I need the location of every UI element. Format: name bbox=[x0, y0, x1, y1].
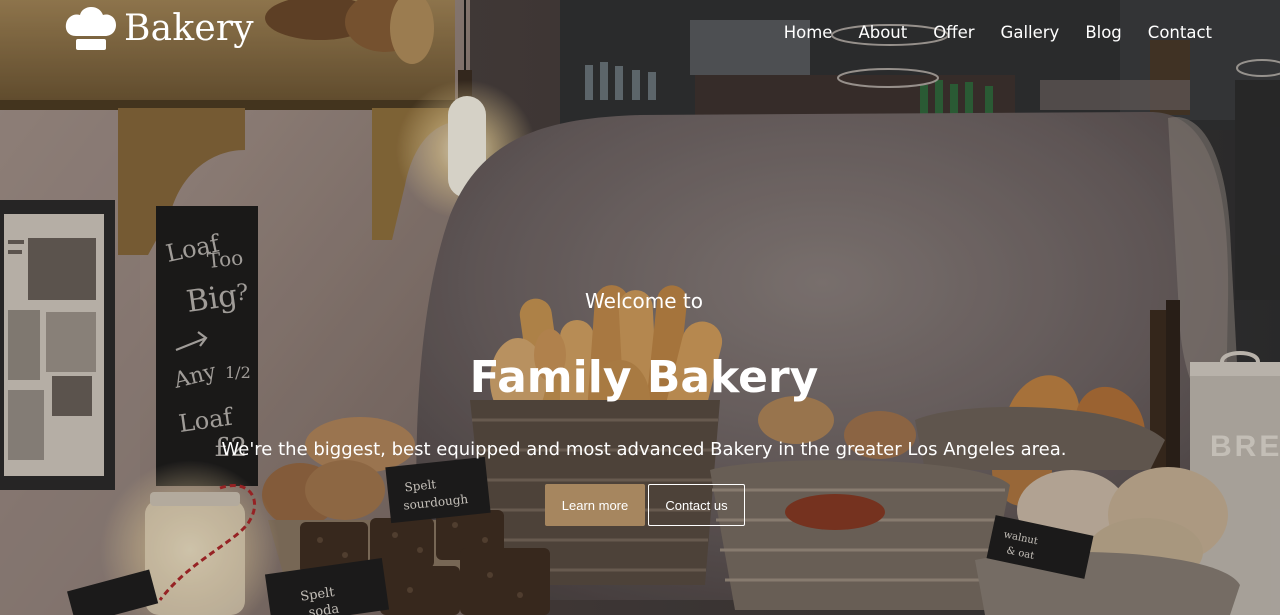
hero-tagline: We're the biggest, best equipped and mos… bbox=[221, 439, 1067, 460]
nav-home[interactable]: Home bbox=[784, 22, 833, 44]
main-nav: Home About Offer Gallery Blog Contact bbox=[784, 22, 1212, 44]
chef-hat-icon bbox=[65, 7, 116, 50]
hero-section: Loaf Too Big ? Any 1/2 Loaf £2 BRE Spelt… bbox=[0, 0, 1280, 615]
nav-offer[interactable]: Offer bbox=[933, 22, 974, 44]
nav-about[interactable]: About bbox=[858, 22, 907, 44]
brand-name: Bakery bbox=[124, 8, 254, 49]
hero-title: Family Bakery bbox=[469, 352, 819, 403]
brand-logo-link[interactable]: Bakery bbox=[64, 6, 254, 52]
learn-more-button[interactable]: Learn more bbox=[545, 484, 645, 526]
nav-contact[interactable]: Contact bbox=[1148, 22, 1212, 44]
contact-us-button[interactable]: Contact us bbox=[648, 484, 745, 526]
nav-blog[interactable]: Blog bbox=[1085, 22, 1121, 44]
nav-gallery[interactable]: Gallery bbox=[1001, 22, 1060, 44]
hero-welcome-text: Welcome to bbox=[585, 289, 703, 313]
